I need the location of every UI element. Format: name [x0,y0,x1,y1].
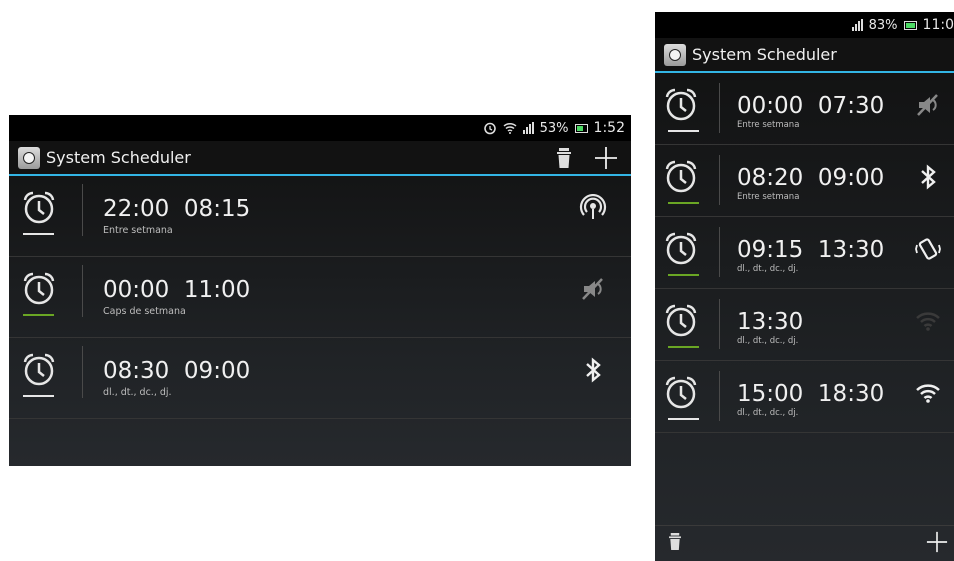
divider [719,83,720,133]
start-time: 22:00 [103,196,170,222]
start-time: 08:20 [737,165,804,191]
trash-icon [557,147,571,168]
wifi-status-icon [503,122,517,134]
divider [719,155,720,205]
schedule-list: 22:00 08:15 Entre setmana 00:00 11:00 Ca… [9,176,631,419]
start-time: 13:30 [737,309,804,335]
divider [82,265,83,317]
plus-icon [926,531,948,552]
status-bar: 83% 11:0 [655,12,954,38]
mute-icon [582,278,603,300]
signal-icon [851,19,863,31]
portrait-screen: 83% 11:0 System Scheduler 00:00 07:30 En… [655,12,954,561]
days-label: dl., dt., dc., dj. [737,336,799,346]
end-time: 07:30 [817,93,885,119]
list-item[interactable]: 00:00 11:00 Caps de setmana [9,257,631,338]
days-label: dl., dt., dc., dj. [103,387,172,398]
mute-icon [917,94,938,116]
vibrate-icon [915,238,941,260]
divider [82,184,83,236]
start-time: 08:30 [103,358,170,384]
add-button[interactable] [589,141,623,175]
list-item[interactable]: 15:00 18:30 dl., dt., dc., dj. [655,361,954,433]
action-bar: System Scheduler [9,141,631,176]
start-time: 09:15 [737,237,804,263]
days-label: dl., dt., dc., dj. [737,264,799,274]
landscape-screen: 53% 1:52 System Scheduler 22:00 08:15 En… [9,115,631,466]
bluetooth-icon [921,164,936,190]
schedule-list: 00:00 07:30 Entre setmana 08:20 09:00 En… [655,73,954,433]
add-button[interactable] [926,531,948,557]
divider [719,227,720,277]
divider [719,299,720,349]
battery-icon [574,123,588,133]
wifi-off-icon [916,312,940,331]
clock-time: 1:52 [593,120,625,136]
alarm-status-icon [483,122,496,135]
days-label: Entre setmana [103,225,173,236]
alarm-clock-icon [665,304,697,337]
alarm-clock-icon [665,160,697,193]
end-time: 11:00 [183,277,251,303]
app-icon [664,43,686,66]
bottom-action-bar [655,525,954,561]
inactive-indicator [668,130,699,132]
battery-icon [903,20,917,30]
app-icon [18,146,40,169]
inactive-indicator [668,418,699,420]
delete-button[interactable] [669,533,681,554]
active-indicator [23,314,54,316]
trash-icon [669,533,681,550]
plus-icon [595,146,617,169]
battery-percent: 53% [539,120,569,136]
action-bar: System Scheduler [655,38,954,73]
active-indicator [668,202,699,204]
clock-time: 11:0 [922,17,954,33]
inactive-indicator [23,233,54,235]
start-time: 15:00 [737,381,804,407]
divider [82,346,83,398]
end-time: 13:30 [817,237,885,263]
list-item[interactable]: 08:30 09:00 dl., dt., dc., dj. [9,338,631,419]
delete-button[interactable] [547,141,581,175]
alarm-clock-icon [665,232,697,265]
list-item[interactable]: 22:00 08:15 Entre setmana [9,176,631,257]
wifi-icon [916,384,940,403]
end-time: 08:15 [183,196,251,222]
signal-icon [522,122,534,134]
list-item[interactable]: 08:20 09:00 Entre setmana [655,145,954,217]
end-time: 18:30 [817,381,885,407]
end-time: 09:00 [183,358,251,384]
end-time: 09:00 [817,165,885,191]
alarm-clock-icon [665,88,697,121]
list-item[interactable]: 13:30 dl., dt., dc., dj. [655,289,954,361]
bluetooth-icon [586,357,601,383]
start-time: 00:00 [737,93,804,119]
active-indicator [668,274,699,276]
list-item[interactable]: 09:15 13:30 dl., dt., dc., dj. [655,217,954,289]
days-label: Entre setmana [737,192,800,202]
start-time: 00:00 [103,277,170,303]
days-label: Caps de setmana [103,306,186,317]
days-label: dl., dt., dc., dj. [737,408,799,418]
alarm-clock-icon [23,353,55,386]
list-item[interactable]: 00:00 07:30 Entre setmana [655,73,954,145]
app-title: System Scheduler [692,45,837,64]
hotspot-icon [579,194,607,219]
app-title: System Scheduler [46,148,191,167]
divider [719,371,720,421]
inactive-indicator [23,395,54,397]
active-indicator [668,346,699,348]
days-label: Entre setmana [737,120,800,130]
alarm-clock-icon [23,191,55,224]
battery-percent: 83% [868,17,898,33]
status-bar: 53% 1:52 [9,115,631,141]
alarm-clock-icon [665,376,697,409]
alarm-clock-icon [23,272,55,305]
